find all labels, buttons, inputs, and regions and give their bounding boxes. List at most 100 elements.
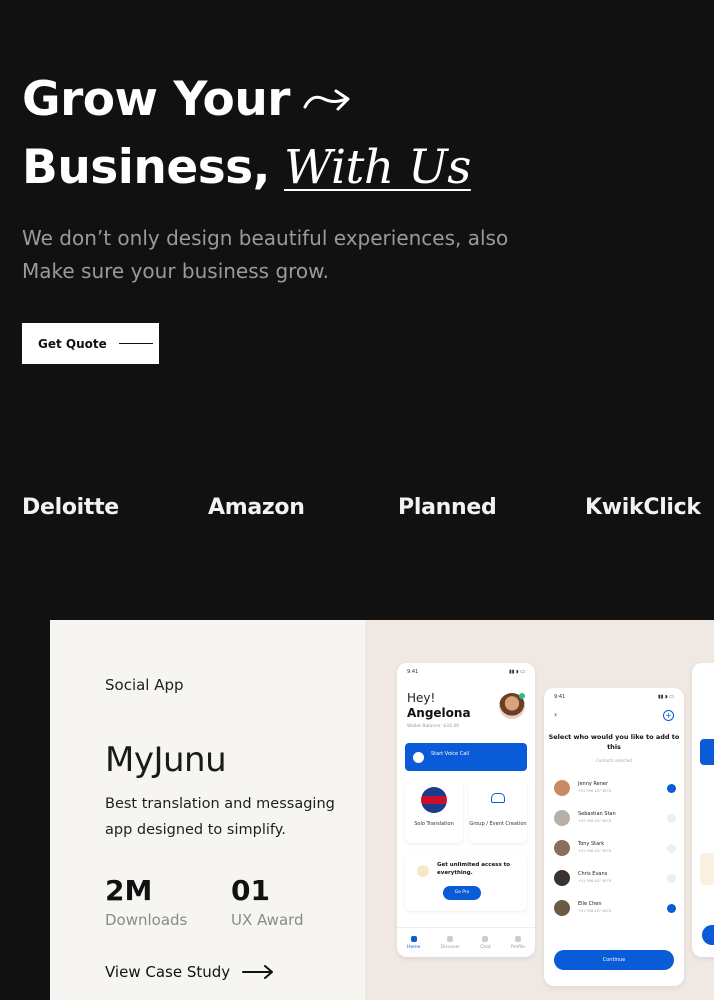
project-title: MyJunu [105,740,227,780]
stat-downloads: 2M Downloads [105,874,188,930]
promo-text: Get unlimited access to everything. [437,862,511,876]
status-bar: 9:41 ▮▮ ◗ ▭ [407,669,525,675]
check-icon[interactable] [667,814,676,823]
tile-group-event[interactable]: Group / Event Creation [469,779,527,843]
phone-home-screen: 9:41 ▮▮ ◗ ▭ Hey! Angelona Wallet Balance… [397,663,535,957]
brand-deloitte: Deloitte [22,495,119,520]
promo-card: Get unlimited access to everything. Go P… [405,853,527,911]
greeting: Hey! [407,691,436,705]
nav-label: Discover [440,944,461,950]
bottom-nav: Home Discover Chat Profile [397,927,535,957]
brand-planned: Planned [398,495,497,520]
stat-award: 01 UX Award [231,874,304,930]
contact-phone: +91 996 487 9878 [578,819,611,823]
stat-value: 01 [231,874,270,907]
contact-row[interactable]: Elle Chen +91 996 487 9878 [554,898,676,918]
check-icon[interactable] [667,874,676,883]
nav-label: Chat [480,944,491,950]
go-pro-button[interactable]: Go Pro [443,886,481,900]
project-description: Best translation and messaging app desig… [105,796,335,838]
select-heading: Select who would you like to add to this [548,733,680,751]
contact-phone: +91 996 487 9878 [578,849,611,853]
profile-icon [514,935,521,942]
contact-name: Tony Stark [578,841,605,847]
voice-call-label: Start Voice Call [431,751,470,757]
brand-amazon: Amazon [208,495,305,520]
phone-icon [413,752,424,763]
hero-title: Grow Your Business, With Us [22,66,471,202]
phone-partial [692,663,714,957]
user-name: Angelona [407,706,471,720]
avatar [554,780,570,796]
get-quote-button[interactable]: Get Quote [22,323,159,364]
home-icon [410,935,417,942]
coin-icon [417,865,429,877]
dash-icon [118,342,153,345]
status-time: 9:41 [554,694,566,700]
get-quote-label: Get Quote [38,336,107,351]
hero-title-accent: With Us [284,140,471,195]
group-icon [491,793,505,803]
status-time: 9:41 [407,669,419,675]
hero-subtitle: We don’t only design beautiful experienc… [22,226,509,283]
contact-phone: +91 996 487 9878 [578,909,611,913]
contact-name: Jenny Rener [578,781,609,787]
contact-phone: +91 996 487 9878 [578,879,611,883]
phone-select-contacts: 9:41 ▮▮ ◗ ▭ ‹ + Select who would you lik… [544,688,684,986]
hero-title-line1: Grow Your [22,66,471,134]
stat-label: UX Award [231,911,304,929]
contact-row[interactable]: Chris Evans +91 996 487 9878 [554,868,676,888]
hero-title-text2: Business, [22,140,271,195]
partial-banner [700,739,714,765]
search-icon [447,935,454,942]
contacts-selected-text: Contacts selected [596,758,632,763]
continue-button[interactable]: Continue [554,950,674,970]
nav-profile[interactable]: Profile [510,935,525,950]
check-icon[interactable] [667,844,676,853]
wallet-balance: Wallet Balance: $33.40 [407,724,460,729]
stat-label: Downloads [105,911,188,929]
tile-label: Group / Event Creation [469,821,527,827]
status-bar: 9:41 ▮▮ ◗ ▭ [554,694,674,700]
avatar [554,870,570,886]
back-icon[interactable]: ‹ [554,710,557,719]
view-case-study-link[interactable]: View Case Study [105,963,274,981]
contact-name: Chris Evans [578,871,608,877]
brand-kwikclick: KwikClick [585,495,701,520]
signal-icon: ▮▮ ◗ ▭ [657,694,674,700]
partial-button [702,925,714,945]
tile-solo-translation[interactable]: Solo Translation [405,779,463,843]
nav-home[interactable]: Home [407,935,421,950]
check-icon[interactable] [667,784,676,793]
contact-name: Elle Chen [578,901,602,907]
project-category: Social App [105,676,184,694]
partial-tile [700,853,714,885]
view-case-study-label: View Case Study [105,963,231,981]
nav-chat[interactable]: Chat [480,935,491,950]
avatar [554,840,570,856]
chat-icon [482,935,489,942]
voice-call-banner[interactable]: Start Voice Call [405,743,527,771]
arrow-right-icon [242,965,274,979]
project-info: Social App MyJunu Best translation and m… [50,620,365,1000]
uk-flag-icon [421,787,447,813]
contact-row[interactable]: Tony Stark +91 996 487 9878 [554,838,676,858]
curved-arrow-icon [302,66,352,134]
contact-phone: +91 996 487 9878 [578,789,611,793]
add-icon[interactable]: + [663,710,674,721]
nav-label: Home [407,944,421,950]
nav-label: Profile [510,944,525,950]
nav-discover[interactable]: Discover [440,935,461,950]
hero-title-line2: Business, With Us [22,134,471,202]
avatar [554,900,570,916]
contact-row[interactable]: Jenny Rener +91 996 487 9878 [554,778,676,798]
app-mockups: 9:41 ▮▮ ◗ ▭ Hey! Angelona Wallet Balance… [365,620,714,1000]
stat-value: 2M [105,874,153,907]
hero-title-text1: Grow Your [22,72,290,127]
brand-logos: Deloitte Amazon Planned KwikClick [0,495,714,527]
signal-icon: ▮▮ ◗ ▭ [508,669,525,675]
tile-label: Solo Translation [414,821,454,827]
project-card: Social App MyJunu Best translation and m… [50,620,714,1000]
contact-row[interactable]: Sebastian Stan +91 996 487 9878 [554,808,676,828]
check-icon[interactable] [667,904,676,913]
